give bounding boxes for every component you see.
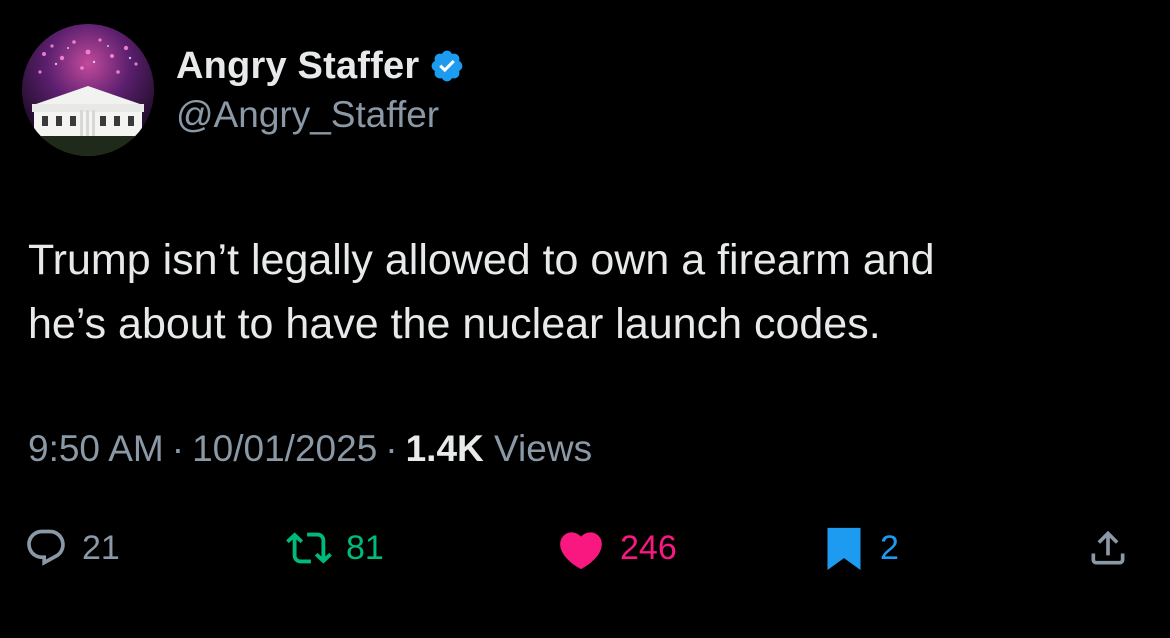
tweet-date[interactable]: 10/01/2025	[192, 428, 377, 469]
tweet-text-line: he’s about to have the nuclear launch co…	[28, 300, 881, 348]
heart-icon	[560, 532, 602, 570]
reply-icon	[27, 529, 65, 566]
views-label: Views	[494, 428, 593, 469]
reply-count: 21	[82, 528, 120, 567]
like-count: 246	[620, 528, 677, 567]
author-name-row: Angry Staffer	[176, 40, 465, 92]
tweet-actions-bar: 21 81 246 2	[0, 516, 1170, 580]
retweet-icon	[286, 532, 332, 564]
tweet-text-line: Trump isn’t legally allowed to own a fir…	[28, 236, 935, 284]
verified-badge-icon[interactable]	[429, 48, 465, 84]
bookmark-count: 2	[880, 528, 899, 567]
tweet-meta: 9:50 AM · 10/01/2025 · 1.4K Views	[28, 428, 592, 470]
tweet-time[interactable]: 9:50 AM	[28, 428, 164, 469]
share-button[interactable]	[1086, 516, 1130, 580]
views-count: 1.4K	[405, 428, 484, 469]
reply-button[interactable]: 21	[24, 516, 120, 580]
meta-separator: ·	[385, 428, 398, 469]
share-icon	[1091, 530, 1125, 565]
retweet-button[interactable]: 81	[286, 516, 384, 580]
like-button[interactable]: 246	[556, 516, 677, 580]
tweet-card: Angry Staffer @Angry_Staffer Trump isn’t…	[0, 0, 1170, 638]
avatar[interactable]	[22, 24, 154, 156]
white-house-fireworks-avatar	[22, 24, 154, 156]
meta-separator: ·	[171, 428, 185, 469]
bookmark-button[interactable]: 2	[822, 516, 899, 580]
bookmark-icon	[827, 527, 861, 570]
tweet-text: Trump isn’t legally allowed to own a fir…	[28, 228, 1138, 356]
retweet-count: 81	[346, 528, 384, 567]
author-display-name[interactable]: Angry Staffer	[176, 45, 419, 88]
author-handle[interactable]: @Angry_Staffer	[176, 94, 439, 136]
